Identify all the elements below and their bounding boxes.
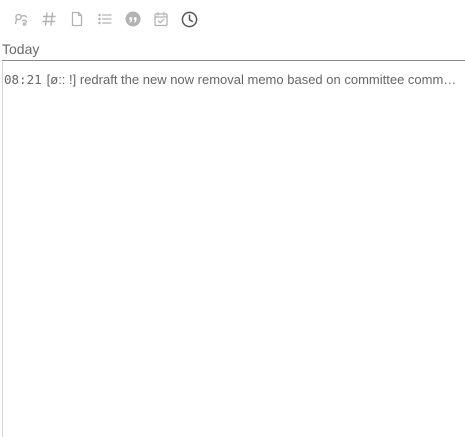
pane-left-border [2, 62, 3, 437]
tag-filter-button[interactable] [12, 10, 30, 28]
calendar-check-icon [153, 11, 169, 27]
calendar-check-button[interactable] [152, 10, 170, 28]
clock-icon [181, 11, 198, 28]
day-section-header: Today [2, 40, 465, 61]
list-item[interactable]: 08:21 [ø:: !] redraft the new now remova… [4, 70, 460, 88]
hashtag-icon [41, 11, 57, 27]
document-button[interactable] [68, 10, 86, 28]
list-button[interactable] [96, 10, 114, 28]
hashtag-button[interactable] [40, 10, 58, 28]
entry-text: [ø:: !] redraft the new now removal memo… [46, 71, 460, 87]
quote-icon [125, 11, 141, 27]
section-title: Today [2, 41, 40, 57]
tag-filter-icon [13, 11, 29, 27]
document-icon [69, 11, 85, 27]
filter-toolbar [12, 8, 208, 30]
quote-button[interactable] [124, 10, 142, 28]
list-icon [97, 11, 113, 27]
entry-time: 08:21 [4, 71, 42, 87]
clock-button[interactable] [180, 10, 198, 28]
